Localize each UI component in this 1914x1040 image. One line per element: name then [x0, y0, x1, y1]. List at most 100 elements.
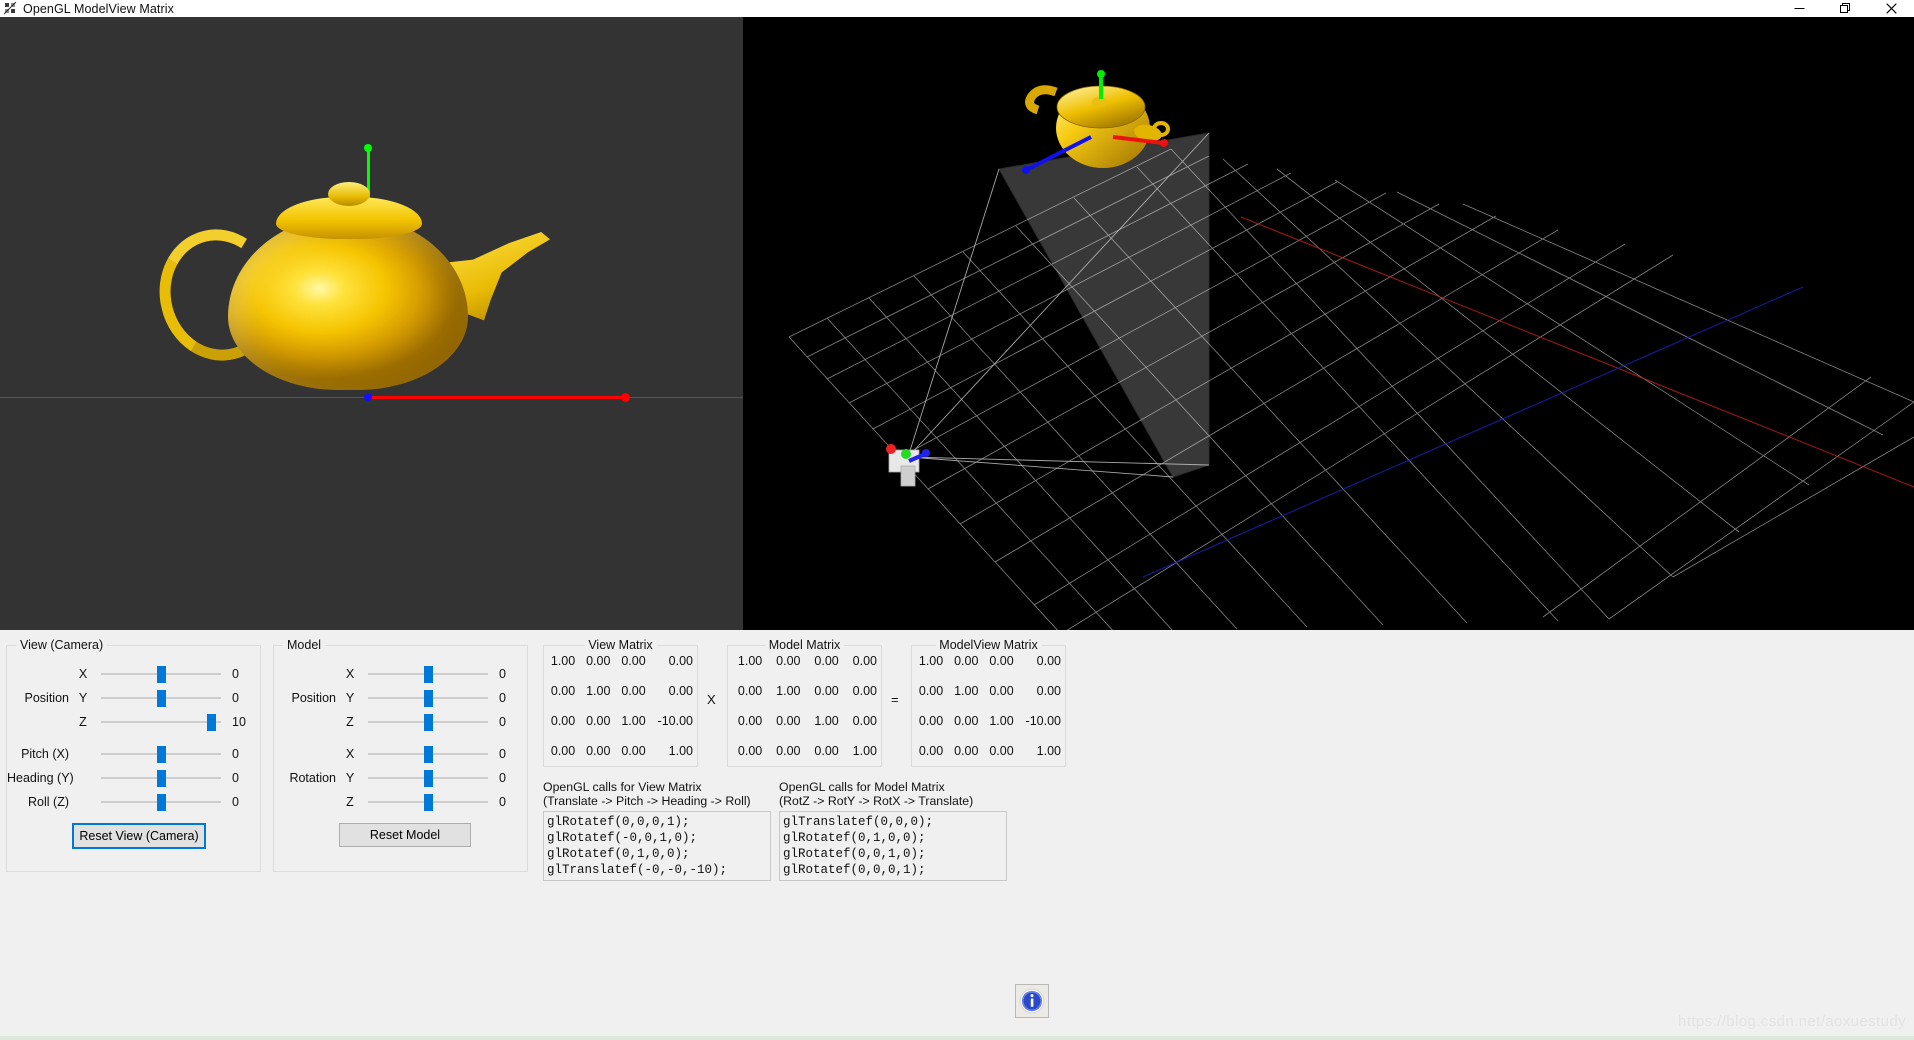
model-rotation-label: Rotation	[274, 771, 342, 785]
matrix-cell: 0.00	[766, 706, 804, 736]
view-heading-slider[interactable]	[101, 768, 221, 788]
view-position-z-axis-label: Z	[75, 715, 91, 729]
control-panel: View (Camera) X 0 Position Y 0	[0, 630, 1914, 1040]
slider-thumb[interactable]	[424, 770, 433, 787]
matrix-cell: 1.00	[805, 706, 843, 736]
model-code-text[interactable]: glTranslatef(0,0,0); glRotatef(0,1,0,0);…	[779, 811, 1007, 881]
matrix-cell: 0.00	[766, 736, 804, 766]
info-button[interactable]	[1015, 984, 1049, 1018]
view-position-x-slider[interactable]	[101, 664, 221, 684]
matrix-cell: 0.00	[544, 706, 579, 736]
matrix-cell: 1.00	[579, 676, 614, 706]
slider-thumb[interactable]	[157, 690, 166, 707]
reset-view-camera-button[interactable]: Reset View (Camera)	[72, 823, 206, 849]
table-row: 0.00 0.00 0.00 1.00	[544, 736, 697, 766]
model-rotation-y-row: Rotation Y 0	[274, 768, 533, 788]
camera-y-axis-dot	[901, 449, 911, 459]
matrix-cell: 0.00	[982, 736, 1017, 766]
view-matrix-title: View Matrix	[584, 638, 656, 652]
slider-thumb[interactable]	[424, 746, 433, 763]
model-position-y-slider[interactable]	[368, 688, 488, 708]
matrix-cell: 1.00	[843, 736, 881, 766]
table-row: 0.00 0.00 1.00 -10.00	[912, 706, 1065, 736]
model-code-caption-line2: (RotZ -> RotY -> RotX -> Translate)	[779, 794, 1007, 808]
close-button[interactable]	[1868, 0, 1914, 17]
matrix-cell: 0.00	[982, 676, 1017, 706]
view-heading-row: Heading (Y) 0	[7, 768, 266, 788]
table-row: 0.00 0.00 1.00 -10.00	[544, 706, 697, 736]
view-roll-value: 0	[221, 795, 266, 809]
maximize-button[interactable]	[1822, 0, 1868, 17]
view-roll-label: Roll (Z)	[7, 795, 75, 809]
view-position-y-value: 0	[221, 691, 266, 705]
matrix-cell: 0.00	[912, 706, 947, 736]
slider-thumb[interactable]	[424, 690, 433, 707]
slider-thumb[interactable]	[424, 794, 433, 811]
view-pitch-slider[interactable]	[101, 744, 221, 764]
matrix-cell: 0.00	[544, 736, 579, 766]
view-code-caption-line1: OpenGL calls for View Matrix	[543, 780, 771, 794]
reset-model-button[interactable]: Reset Model	[339, 823, 471, 847]
slider-thumb[interactable]	[157, 666, 166, 683]
world-scene-svg	[743, 17, 1914, 630]
slider-track	[101, 721, 221, 723]
matrix-cell: 0.00	[614, 736, 649, 766]
matrix-cell: 0.00	[650, 646, 697, 676]
camera-preview-viewport[interactable]	[0, 17, 743, 630]
model-rotation-x-slider[interactable]	[368, 744, 488, 764]
grid-lines-a	[789, 149, 1673, 630]
slider-thumb[interactable]	[157, 794, 166, 811]
view-code-caption-line2: (Translate -> Pitch -> Heading -> Roll)	[543, 794, 771, 808]
table-row: 0.00 1.00 0.00 0.00	[544, 676, 697, 706]
matrix-cell: -10.00	[650, 706, 697, 736]
view-position-x-value: 0	[221, 667, 266, 681]
model-position-x-slider[interactable]	[368, 664, 488, 684]
matrix-cell: 0.00	[843, 646, 881, 676]
matrix-cell: 0.00	[843, 676, 881, 706]
slider-thumb[interactable]	[157, 770, 166, 787]
model-group: Model X 0 Position Y 0	[273, 645, 528, 872]
table-row: 0.00 0.00 0.00 1.00	[912, 736, 1065, 766]
model-position-z-slider[interactable]	[368, 712, 488, 732]
matrix-cell: 0.00	[614, 676, 649, 706]
slider-thumb[interactable]	[424, 666, 433, 683]
model-rotation-x-value: 0	[488, 747, 533, 761]
model-rotation-x-axis-label: X	[342, 747, 358, 761]
view-position-z-slider[interactable]	[101, 712, 221, 732]
matrix-cell: 1.00	[766, 676, 804, 706]
equals-operator: =	[891, 692, 899, 707]
matrix-cell: -10.00	[1018, 706, 1065, 736]
view-matrix-group: View Matrix 1.00 0.00 0.00 0.00 0.00 1.0…	[543, 645, 698, 767]
model-rotation-y-slider[interactable]	[368, 768, 488, 788]
model-matrix-code-block: OpenGL calls for Model Matrix (RotZ -> R…	[779, 780, 1007, 881]
matrix-cell: 0.00	[912, 676, 947, 706]
model-rotation-z-row: Z 0	[274, 792, 533, 812]
teapot-model	[150, 177, 590, 402]
model-rotation-y-value: 0	[488, 771, 533, 785]
model-rotation-z-axis-label: Z	[342, 795, 358, 809]
slider-thumb[interactable]	[424, 714, 433, 731]
view-heading-value: 0	[221, 771, 266, 785]
view-code-text[interactable]: glRotatef(0,0,0,1); glRotatef(-0,0,1,0);…	[543, 811, 771, 881]
view-camera-group: View (Camera) X 0 Position Y 0	[6, 645, 261, 872]
matrix-cell: 0.00	[650, 676, 697, 706]
view-position-y-slider[interactable]	[101, 688, 221, 708]
world-scene-viewport[interactable]	[743, 17, 1914, 630]
grid-lines-c	[1543, 377, 1914, 619]
slider-thumb[interactable]	[207, 714, 216, 731]
model-position-x-axis-label: X	[342, 667, 358, 681]
view-roll-slider[interactable]	[101, 792, 221, 812]
view-matrix-code-block: OpenGL calls for View Matrix (Translate …	[543, 780, 771, 881]
view-pitch-label: Pitch (X)	[7, 747, 75, 761]
camera-x-axis-dot	[886, 444, 896, 454]
matrix-cell: 1.00	[1018, 736, 1065, 766]
model-rotation-z-slider[interactable]	[368, 792, 488, 812]
slider-thumb[interactable]	[157, 746, 166, 763]
title-bar: OpenGL ModelView Matrix	[0, 0, 1914, 18]
table-row: 0.00 1.00 0.00 0.00	[728, 676, 881, 706]
table-row: 0.00 1.00 0.00 0.00	[912, 676, 1065, 706]
model-position-label: Position	[274, 691, 342, 705]
view-position-label: Position	[7, 691, 75, 705]
matrix-cell: 0.00	[579, 706, 614, 736]
minimize-button[interactable]	[1776, 0, 1822, 17]
